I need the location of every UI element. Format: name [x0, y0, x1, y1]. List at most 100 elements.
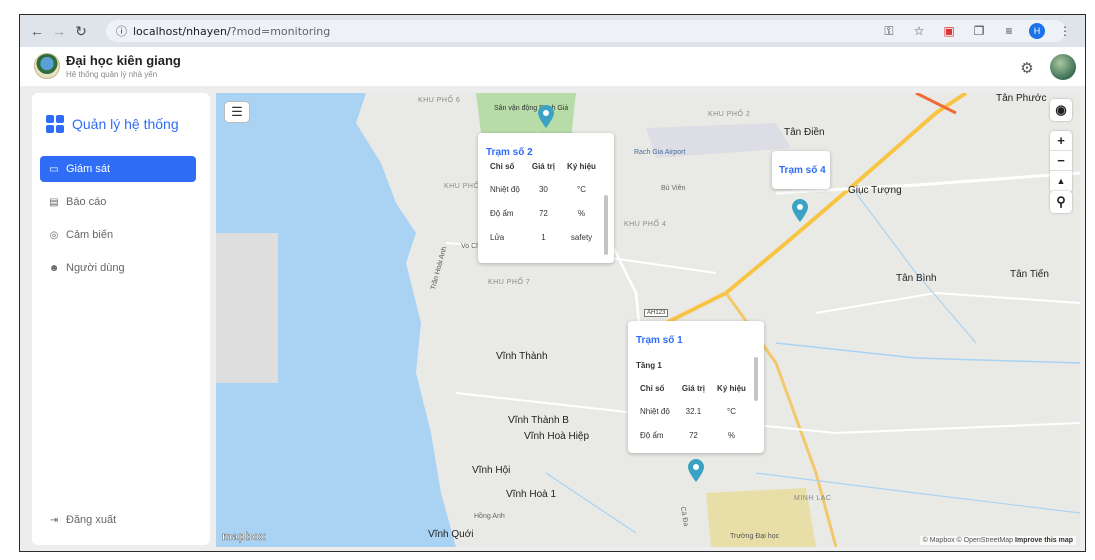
zoom-out-button[interactable]: −	[1050, 151, 1072, 171]
app-body: Quản lý hệ thống ▭ Giám sát ▤ Báo cáo ◎ …	[20, 87, 1085, 551]
report-icon: ▤	[49, 196, 59, 208]
app-header: Đại học kiên giang Hệ thống quản lý nhà …	[20, 47, 1085, 87]
map-label: KHU PHỐ 2	[708, 111, 751, 118]
table-cell: 72	[538, 208, 548, 218]
browser-toolbar: ← → ↻ ⓘ localhost/nhayen/?mod=monitoring…	[20, 15, 1085, 47]
popup-scrollbar[interactable]	[604, 195, 608, 255]
forward-icon[interactable]: →	[48, 20, 70, 42]
table-cell: 30	[538, 184, 548, 194]
map-pin-icon[interactable]	[687, 459, 705, 483]
map-label: Tân Bình	[896, 273, 937, 284]
table-row: Nhiệt độ 30 °C	[484, 177, 602, 201]
table-cell: °C	[577, 184, 586, 194]
sidebar-item-sensors[interactable]: ◎ Cảm biến	[40, 222, 196, 248]
users-icon: ☻	[48, 262, 60, 274]
table-cell: °C	[727, 406, 736, 416]
map-pin-icon[interactable]	[791, 199, 809, 223]
table-cell: %	[727, 430, 736, 440]
reload-icon[interactable]: ↻	[70, 20, 92, 42]
map-label: Rach Gia Airport	[634, 149, 686, 156]
map-label: Hồng Anh	[474, 513, 505, 520]
table-header: Giá trị	[681, 383, 705, 393]
table-cell: Nhiệt độ	[490, 184, 520, 194]
table-cell: Lửa	[490, 232, 505, 242]
app-title: Đại học kiên giang	[66, 53, 181, 68]
dashboard-grid-icon	[46, 115, 64, 133]
table-header: Ký hiệu	[717, 383, 746, 393]
map-label: Trường Đại học	[730, 533, 780, 540]
logout-label: Đăng xuất	[66, 514, 117, 526]
extension-save-icon[interactable]: ▣	[939, 21, 959, 41]
zoom-in-button[interactable]: +	[1050, 131, 1072, 151]
table-header: Giá trị	[531, 161, 555, 171]
map-label: Vĩnh Hoà 1	[506, 489, 557, 500]
compass-icon[interactable]: ▲	[1050, 171, 1072, 191]
floor-label: Tầng 1	[636, 361, 662, 370]
star-icon[interactable]: ☆	[909, 21, 929, 41]
back-icon[interactable]: ←	[26, 20, 48, 42]
reading-list-icon[interactable]: ≡	[999, 21, 1019, 41]
sidebar-header: Quản lý hệ thống	[46, 115, 179, 133]
improve-map-link[interactable]: Improve this map	[1015, 537, 1073, 544]
mapbox-logo[interactable]: mapbox	[222, 531, 266, 544]
map-view[interactable]: KHU PHỐ 6 Sân vận động Rạch Giá KHU PHỐ …	[216, 93, 1080, 547]
table-cell: safety	[570, 232, 593, 242]
map-pin-control-icon[interactable]: ⚲	[1050, 191, 1072, 213]
profile-avatar[interactable]: H	[1029, 23, 1045, 39]
popup-scrollbar[interactable]	[754, 357, 758, 401]
url-text: localhost/nhayen/?mod=monitoring	[133, 24, 331, 38]
table-cell: Độ ẩm	[490, 208, 514, 218]
key-icon[interactable]: ⚿	[879, 21, 899, 41]
gear-icon[interactable]: ⚙	[1017, 58, 1037, 78]
map-pin-icon[interactable]	[537, 105, 555, 129]
university-logo	[34, 53, 60, 79]
map-canvas	[216, 93, 1080, 547]
browser-actions: ⚿ ☆ ▣ ❐ ≡ H ⋮	[879, 21, 1075, 41]
map-label: KHU PHỐ	[444, 183, 480, 190]
sidebar-item-users[interactable]: ☻ Người dùng	[40, 255, 196, 281]
user-avatar[interactable]	[1050, 54, 1076, 80]
map-label: Tân Tiến	[1010, 269, 1049, 280]
table-row: Lửa 1 safety	[484, 225, 602, 249]
map-label: Vĩnh Quới	[428, 529, 474, 540]
table-cell: %	[577, 208, 586, 218]
attribution-text: © Mapbox © OpenStreetMap	[922, 537, 1014, 544]
table-cell: Nhiệt độ	[640, 406, 670, 416]
map-label: KHU PHỐ 4	[624, 221, 667, 228]
sidebar-item-label: Cảm biến	[66, 229, 114, 241]
locate-icon[interactable]: ◉	[1050, 99, 1072, 121]
sidebar-item-reports[interactable]: ▤ Báo cáo	[40, 189, 196, 215]
map-label: Vĩnh Hội	[472, 465, 511, 476]
sidebar: Quản lý hệ thống ▭ Giám sát ▤ Báo cáo ◎ …	[32, 93, 210, 545]
station-title: Trạm số 4	[779, 165, 826, 176]
sidebar-item-label: Giám sát	[66, 163, 111, 175]
table-row: Nhiệt độ 32.1 °C	[634, 399, 752, 423]
sidebar-item-monitoring[interactable]: ▭ Giám sát	[40, 156, 196, 182]
sensor-icon: ◎	[49, 229, 59, 241]
browser-window: ← → ↻ ⓘ localhost/nhayen/?mod=monitoring…	[19, 14, 1086, 552]
station-table: Chỉ số Giá trị Ký hiệu Nhiệt độ 32.1 °C …	[634, 377, 752, 447]
map-label: Vĩnh Thành B	[508, 415, 569, 426]
monitor-icon: ▭	[49, 163, 59, 175]
map-label: Vĩnh Hoà Hiệp	[524, 431, 590, 442]
map-label: Tân Điền	[784, 127, 825, 138]
station-popup-1: Trạm số 1 Tầng 1 Chỉ số Giá trị Ký hiệu …	[628, 321, 764, 453]
map-label: Giục Tượng	[848, 185, 902, 196]
table-cell: Độ ẩm	[640, 430, 664, 440]
station-popup-4: Trạm số 4	[772, 151, 830, 189]
table-cell: 1	[541, 232, 546, 242]
info-icon[interactable]: ⓘ	[116, 23, 127, 39]
map-label: KHU PHỐ 6	[418, 97, 461, 104]
map-label: Vĩnh Thành	[496, 351, 548, 362]
table-cell: 32.1	[685, 406, 702, 416]
logout-button[interactable]: ⇥ Đăng xuất	[40, 507, 196, 533]
station-popup-2: Trạm số 2 Chỉ số Giá trị Ký hiệu Nhiệt đ…	[478, 133, 614, 263]
table-header: Chỉ số	[490, 161, 515, 171]
extensions-icon[interactable]: ❐	[969, 21, 989, 41]
hamburger-icon[interactable]: ☰	[224, 101, 250, 123]
map-attribution: © Mapbox © OpenStreetMap Improve this ma…	[919, 536, 1076, 545]
more-menu-icon[interactable]: ⋮	[1055, 21, 1075, 41]
station-title: Trạm số 1	[636, 335, 683, 346]
table-cell: 72	[688, 430, 698, 440]
map-label: Tân Phước	[996, 93, 1047, 104]
